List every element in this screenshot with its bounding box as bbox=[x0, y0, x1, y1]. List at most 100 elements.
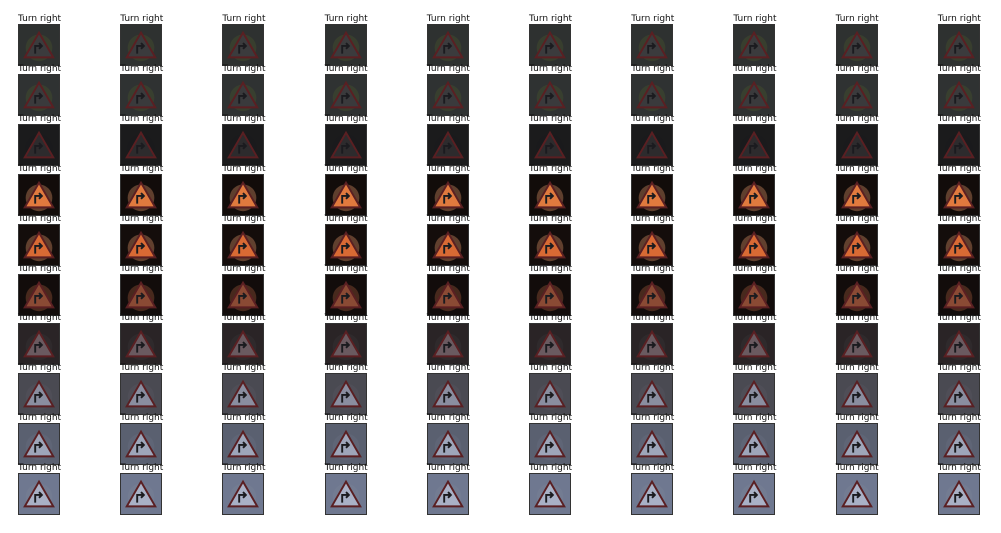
turn-right-sign-icon bbox=[836, 174, 877, 215]
thumbnail-image bbox=[937, 473, 980, 516]
thumbnail-label: Turn right bbox=[835, 113, 879, 124]
thumbnail-image bbox=[733, 123, 776, 166]
turn-right-sign-icon bbox=[325, 374, 366, 415]
thumbnail-label: Turn right bbox=[120, 213, 164, 224]
thumbnail-image bbox=[733, 423, 776, 466]
thumbnail-image bbox=[324, 423, 367, 466]
thumbnail-image bbox=[529, 323, 571, 366]
thumbnail-label: Turn right bbox=[529, 14, 573, 24]
thumbnail-label: Turn right bbox=[733, 263, 777, 274]
thumbnail-label: Turn right bbox=[631, 14, 675, 24]
thumbnail-image bbox=[426, 173, 469, 216]
thumbnail-label: Turn right bbox=[18, 413, 62, 424]
thumbnail-label: Turn right bbox=[324, 63, 368, 74]
thumbnail-image bbox=[120, 273, 163, 316]
turn-right-sign-icon bbox=[734, 424, 775, 465]
thumbnail-image bbox=[937, 73, 980, 116]
thumbnail-label: Turn right bbox=[733, 14, 777, 24]
turn-right-sign-icon bbox=[632, 224, 673, 265]
thumbnail-image bbox=[120, 373, 163, 416]
thumbnail-label: Turn right bbox=[18, 113, 62, 124]
thumbnail-image bbox=[835, 373, 878, 416]
thumbnail-image bbox=[222, 423, 265, 466]
turn-right-sign-icon bbox=[427, 124, 468, 165]
thumbnail-image bbox=[937, 24, 980, 66]
thumbnail-image bbox=[18, 24, 60, 66]
turn-right-sign-icon bbox=[19, 424, 59, 465]
thumbnail-label: Turn right bbox=[18, 63, 62, 74]
thumbnail-label: Turn right bbox=[222, 14, 266, 24]
turn-right-sign-icon bbox=[121, 25, 162, 65]
thumbnail-cell: Turn right bbox=[324, 463, 385, 521]
thumbnail-label: Turn right bbox=[631, 463, 675, 474]
thumbnail-label: Turn right bbox=[631, 263, 675, 274]
thumbnail-label: Turn right bbox=[426, 313, 470, 324]
thumbnail-label: Turn right bbox=[937, 213, 981, 224]
thumbnail-image bbox=[18, 173, 60, 216]
thumbnail-label: Turn right bbox=[324, 213, 368, 224]
turn-right-sign-icon bbox=[19, 224, 59, 265]
turn-right-sign-icon bbox=[121, 174, 162, 215]
turn-right-sign-icon bbox=[223, 174, 264, 215]
thumbnail-label: Turn right bbox=[222, 213, 266, 224]
thumbnail-label: Turn right bbox=[733, 163, 777, 174]
thumbnail-image bbox=[120, 423, 163, 466]
turn-right-sign-icon bbox=[836, 474, 877, 515]
thumbnail-label: Turn right bbox=[426, 113, 470, 124]
turn-right-sign-icon bbox=[325, 324, 366, 365]
turn-right-sign-icon bbox=[427, 25, 468, 65]
thumbnail-label: Turn right bbox=[529, 313, 573, 324]
turn-right-sign-icon bbox=[121, 224, 162, 265]
turn-right-sign-icon bbox=[938, 124, 979, 165]
turn-right-sign-icon bbox=[427, 174, 468, 215]
thumbnail-image bbox=[937, 323, 980, 366]
thumbnail-image bbox=[631, 73, 674, 116]
turn-right-sign-icon bbox=[632, 324, 673, 365]
turn-right-sign-icon bbox=[427, 74, 468, 115]
thumbnail-image bbox=[324, 73, 367, 116]
turn-right-sign-icon bbox=[427, 474, 468, 515]
thumbnail-label: Turn right bbox=[937, 413, 981, 424]
turn-right-sign-icon bbox=[632, 424, 673, 465]
turn-right-sign-icon bbox=[223, 124, 264, 165]
turn-right-sign-icon bbox=[734, 25, 775, 65]
thumbnail-label: Turn right bbox=[222, 463, 266, 474]
thumbnail-label: Turn right bbox=[631, 113, 675, 124]
thumbnail-label: Turn right bbox=[18, 263, 62, 274]
thumbnail-label: Turn right bbox=[937, 113, 981, 124]
turn-right-sign-icon bbox=[836, 124, 877, 165]
turn-right-sign-icon bbox=[632, 274, 673, 315]
thumbnail-image bbox=[733, 323, 776, 366]
thumbnail-image bbox=[426, 323, 469, 366]
thumbnail-label: Turn right bbox=[733, 213, 777, 224]
turn-right-sign-icon bbox=[530, 224, 570, 265]
turn-right-sign-icon bbox=[19, 74, 59, 115]
turn-right-sign-icon bbox=[836, 274, 877, 315]
thumbnail-label: Turn right bbox=[324, 163, 368, 174]
turn-right-sign-icon bbox=[19, 124, 59, 165]
thumbnail-image bbox=[835, 24, 878, 66]
thumbnail-label: Turn right bbox=[529, 163, 573, 174]
thumbnail-image bbox=[324, 473, 367, 516]
turn-right-sign-icon bbox=[427, 224, 468, 265]
turn-right-sign-icon bbox=[223, 424, 264, 465]
thumbnail-label: Turn right bbox=[631, 213, 675, 224]
turn-right-sign-icon bbox=[19, 274, 59, 315]
thumbnail-image bbox=[222, 73, 265, 116]
turn-right-sign-icon bbox=[734, 74, 775, 115]
thumbnail-image bbox=[529, 223, 571, 266]
turn-right-sign-icon bbox=[734, 324, 775, 365]
thumbnail-label: Turn right bbox=[222, 313, 266, 324]
turn-right-sign-icon bbox=[734, 174, 775, 215]
thumbnail-image bbox=[324, 323, 367, 366]
turn-right-sign-icon bbox=[223, 25, 264, 65]
turn-right-sign-icon bbox=[734, 224, 775, 265]
thumbnail-label: Turn right bbox=[426, 213, 470, 224]
thumbnail-image bbox=[937, 123, 980, 166]
turn-right-sign-icon bbox=[938, 374, 979, 415]
thumbnail-image bbox=[835, 123, 878, 166]
thumbnail-label: Turn right bbox=[937, 313, 981, 324]
thumbnail-image bbox=[733, 473, 776, 516]
thumbnail-label: Turn right bbox=[426, 463, 470, 474]
thumbnail-cell: Turn right bbox=[120, 463, 180, 521]
